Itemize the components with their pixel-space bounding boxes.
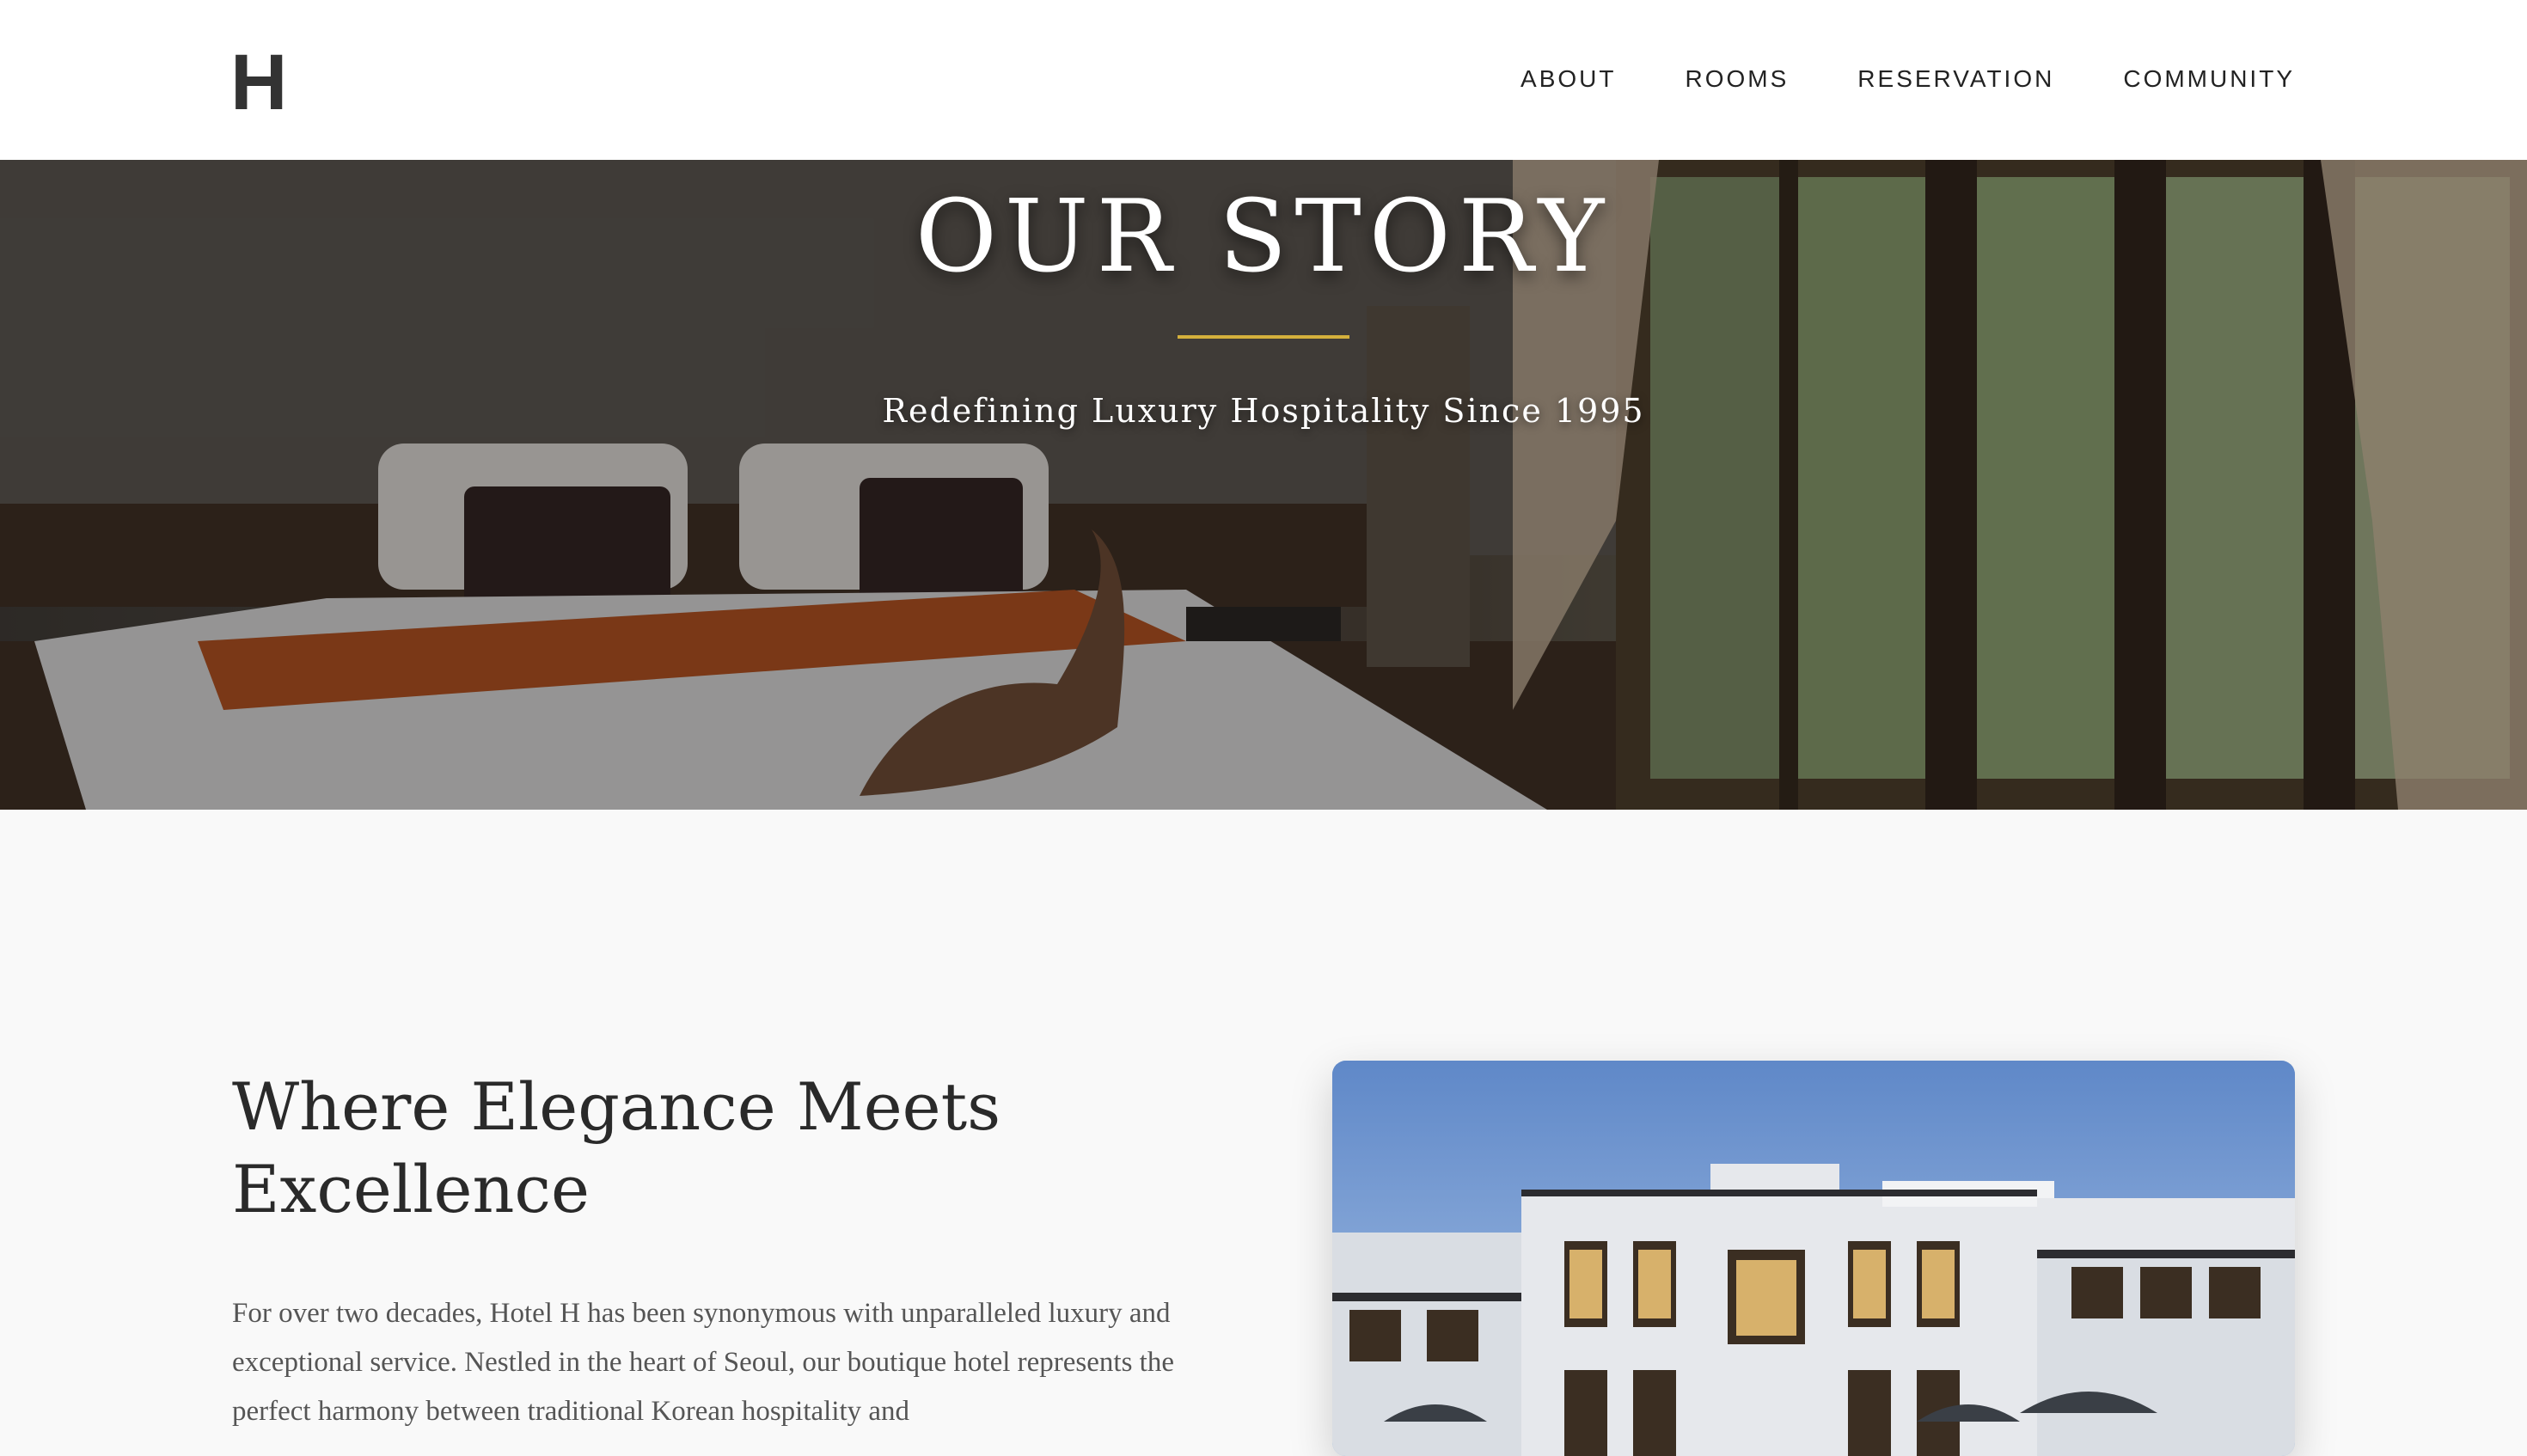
nav-rooms[interactable]: ROOMS <box>1686 60 1790 98</box>
nav-about[interactable]: ABOUT <box>1520 60 1616 98</box>
nav-reservation[interactable]: RESERVATION <box>1857 60 2054 98</box>
hero-banner: OUR STORY Redefining Luxury Hospitality … <box>0 160 2527 810</box>
hotel-building-illustration <box>1332 1061 2295 1456</box>
logo[interactable]: H <box>230 43 288 122</box>
hotel-exterior-image <box>1332 1061 2295 1456</box>
main-nav: ABOUT ROOMS RESERVATION COMMUNITY <box>1520 60 2295 98</box>
hero-title: OUR STORY <box>915 179 1612 295</box>
site-header: H ABOUT ROOMS RESERVATION COMMUNITY <box>0 0 2527 160</box>
section-paragraph: For over two decades, Hotel H has been s… <box>232 1298 1174 1427</box>
hero-accent-rule <box>1178 335 1349 339</box>
section-heading: Where Elegance Meets Excellence <box>232 1068 1001 1227</box>
hero-subtitle: Redefining Luxury Hospitality Since 1995 <box>882 392 1645 430</box>
nav-community[interactable]: COMMUNITY <box>2123 60 2295 98</box>
